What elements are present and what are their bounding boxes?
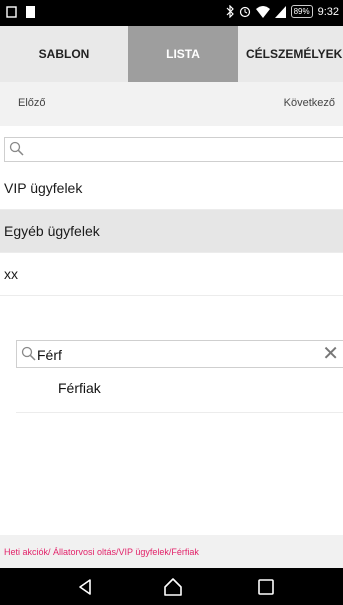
bluetooth-icon [226, 5, 234, 18]
battery-icon: 89% [290, 5, 313, 18]
notification-icon [6, 6, 17, 18]
search-icon [21, 346, 36, 361]
system-nav-bar [0, 568, 343, 605]
status-bar: 89% 9:32 [0, 0, 343, 26]
search-input[interactable] [4, 137, 343, 162]
clock: 9:32 [317, 5, 339, 18]
filter-search-value: Férf [37, 347, 62, 363]
alarm-icon [239, 6, 250, 17]
wifi-icon [255, 5, 270, 18]
status-left [6, 5, 36, 19]
sim-icon [26, 6, 35, 18]
tab-bar: SABLON LISTA CÉLSZEMÉLYEK [0, 26, 343, 82]
list-item[interactable]: VIP ügyfelek [0, 167, 343, 210]
next-button[interactable]: Következő [284, 97, 335, 109]
prev-button[interactable]: Előző [18, 97, 46, 109]
close-icon[interactable]: ✕ [322, 344, 339, 364]
result-item[interactable]: Férfiak [58, 380, 101, 396]
pager-row: Előző Következő [0, 82, 343, 126]
breadcrumb: Heti akciók/ Állatorvosi oltás/VIP ügyfe… [0, 535, 343, 568]
tab-celszemelyek[interactable]: CÉLSZEMÉLYEK [238, 26, 343, 82]
tab-sablon[interactable]: SABLON [0, 26, 128, 82]
list-item[interactable]: xx [0, 253, 343, 296]
divider [16, 412, 343, 413]
tab-lista[interactable]: LISTA [128, 26, 238, 82]
home-icon[interactable] [162, 576, 184, 598]
signal-icon [274, 5, 286, 18]
status-right: 89% 9:32 [226, 5, 339, 18]
back-icon[interactable] [75, 576, 97, 598]
recent-apps-icon[interactable] [255, 576, 277, 598]
list-item-selected[interactable]: Egyéb ügyfelek [0, 210, 343, 253]
search-icon [9, 141, 24, 156]
filter-search-input[interactable]: Férf ✕ [16, 340, 343, 368]
